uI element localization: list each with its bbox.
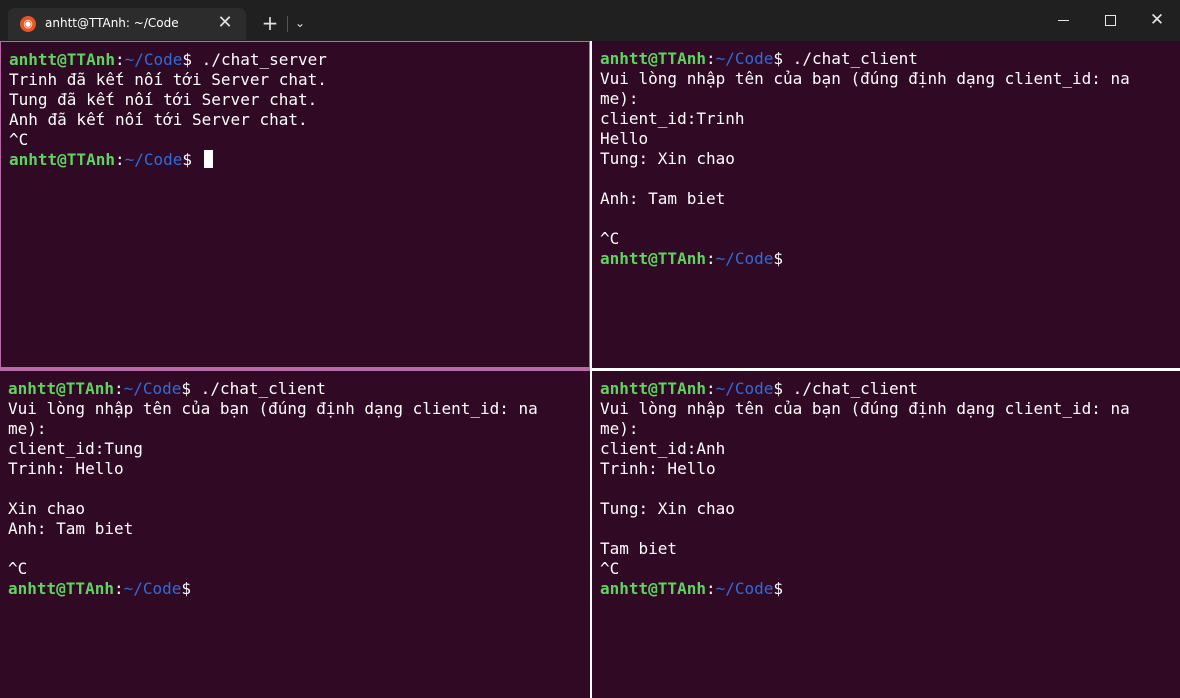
- output-line: Trinh: Hello: [8, 459, 124, 478]
- maximize-button[interactable]: [1087, 0, 1133, 40]
- prompt-path: ~/Code: [124, 150, 183, 169]
- terminal-pane-client-tung[interactable]: anhtt@TTAnh:~/Code$ ./chat_client Vui lò…: [0, 371, 590, 698]
- output-line: me):: [600, 89, 639, 108]
- prompt-dollar: $: [181, 379, 192, 398]
- output-line: Trinh: Hello: [600, 459, 716, 478]
- prompt-user: anhtt@TTAnh: [8, 579, 114, 598]
- output-line: ^C: [9, 130, 29, 149]
- prompt-path: ~/Code: [124, 50, 183, 69]
- output-line: client_id:Anh: [600, 439, 726, 458]
- prompt-dollar: $: [182, 150, 193, 169]
- command-text: ./chat_client: [191, 379, 326, 398]
- output-line: Anh: Tam biet: [8, 519, 134, 538]
- prompt-line: anhtt@TTAnh:~/Code$ ./chat_client: [8, 379, 590, 399]
- prompt-user: anhtt@TTAnh: [9, 50, 115, 69]
- terminal-pane-client-anh[interactable]: anhtt@TTAnh:~/Code$ ./chat_client Vui lò…: [592, 371, 1180, 698]
- output-line: Tung: Xin chao: [600, 499, 735, 518]
- prompt-path: ~/Code: [715, 579, 774, 598]
- terminal-pane-client-trinh[interactable]: anhtt@TTAnh:~/Code$ ./chat_client Vui lò…: [592, 41, 1180, 368]
- output-line: ^C: [8, 559, 28, 578]
- output-line: me):: [600, 419, 639, 438]
- prompt-colon: :: [113, 379, 124, 398]
- prompt-path: ~/Code: [715, 249, 774, 268]
- prompt-colon: :: [705, 579, 716, 598]
- prompt-colon: :: [114, 50, 125, 69]
- output-line: ^C: [600, 559, 620, 578]
- output-line: ^C: [600, 229, 620, 248]
- prompt-colon: :: [705, 379, 716, 398]
- command-text: ./chat_client: [783, 379, 918, 398]
- prompt-user: anhtt@TTAnh: [600, 49, 706, 68]
- prompt-path: ~/Code: [715, 379, 774, 398]
- command-text: ./chat_client: [783, 49, 918, 68]
- prompt-user: anhtt@TTAnh: [600, 379, 706, 398]
- prompt-dollar: $: [181, 579, 192, 598]
- prompt-path: ~/Code: [123, 379, 182, 398]
- output-line: Tung: Xin chao: [600, 149, 735, 168]
- output-line: Trinh đã kết nối tới Server chat.: [9, 70, 327, 89]
- prompt-colon: :: [113, 579, 124, 598]
- prompt-user: anhtt@TTAnh: [9, 150, 115, 169]
- output-line: Tung đã kết nối tới Server chat.: [9, 90, 318, 109]
- close-icon: ✕: [1149, 10, 1165, 30]
- output-line: client_id:Trinh: [600, 109, 745, 128]
- pane-splitter-horizontal-right[interactable]: [592, 368, 1180, 371]
- prompt-line: anhtt@TTAnh:~/Code$ ./chat_client: [600, 379, 1180, 399]
- prompt-colon: :: [705, 249, 716, 268]
- ubuntu-icon: ◉: [20, 16, 36, 32]
- terminal-tab[interactable]: ◉ anhtt@TTAnh: ~/Code ✕: [8, 8, 246, 40]
- output-line: Vui lòng nhập tên của bạn (đúng định dạn…: [600, 399, 1130, 418]
- output-line: Anh đã kết nối tới Server chat.: [9, 110, 308, 129]
- terminal-pane-server[interactable]: anhtt@TTAnh:~/Code$ ./chat_server Trinh …: [0, 41, 590, 368]
- prompt-dollar: $: [773, 249, 784, 268]
- tab-divider: [287, 16, 288, 32]
- title-bar: ◉ anhtt@TTAnh: ~/Code ✕ + ⌄ ✕: [0, 0, 1180, 40]
- output-line: Hello: [600, 129, 649, 148]
- prompt-dollar: $: [182, 50, 193, 69]
- prompt-dollar: $: [773, 379, 784, 398]
- output-line: Vui lòng nhập tên của bạn (đúng định dạn…: [8, 399, 538, 418]
- prompt-line: anhtt@TTAnh:~/Code$ ./chat_server: [9, 50, 589, 70]
- new-tab-icon[interactable]: +: [259, 12, 281, 34]
- prompt-line: anhtt@TTAnh:~/Code$: [9, 150, 589, 170]
- tab-title: anhtt@TTAnh: ~/Code: [45, 16, 179, 30]
- pane-splitter-horizontal-left[interactable]: [0, 368, 590, 371]
- close-window-button[interactable]: ✕: [1134, 0, 1180, 40]
- command-text: ./chat_server: [192, 50, 327, 69]
- prompt-user: anhtt@TTAnh: [8, 379, 114, 398]
- prompt-path: ~/Code: [123, 579, 182, 598]
- command-text: [192, 150, 202, 169]
- maximize-icon: [1105, 15, 1116, 26]
- prompt-line: anhtt@TTAnh:~/Code$: [8, 579, 590, 599]
- prompt-colon: :: [114, 150, 125, 169]
- output-line: Tam biet: [600, 539, 678, 558]
- text-cursor: [203, 150, 213, 168]
- prompt-line: anhtt@TTAnh:~/Code$: [600, 579, 1180, 599]
- output-line: Anh: Tam biet: [600, 189, 726, 208]
- prompt-user: anhtt@TTAnh: [600, 249, 706, 268]
- prompt-colon: :: [705, 49, 716, 68]
- prompt-dollar: $: [773, 49, 784, 68]
- output-line: Vui lòng nhập tên của bạn (đúng định dạn…: [600, 69, 1130, 88]
- minimize-button[interactable]: [1040, 0, 1086, 40]
- output-line: me):: [8, 419, 47, 438]
- prompt-dollar: $: [773, 579, 784, 598]
- minimize-icon: [1058, 20, 1069, 21]
- output-line: client_id:Tung: [8, 439, 143, 458]
- close-tab-icon[interactable]: ✕: [214, 12, 236, 34]
- prompt-line: anhtt@TTAnh:~/Code$ ./chat_client: [600, 49, 1180, 69]
- output-line: Xin chao: [8, 499, 86, 518]
- prompt-path: ~/Code: [715, 49, 774, 68]
- chevron-down-icon[interactable]: ⌄: [292, 14, 308, 32]
- prompt-user: anhtt@TTAnh: [600, 579, 706, 598]
- prompt-line: anhtt@TTAnh:~/Code$: [600, 249, 1180, 269]
